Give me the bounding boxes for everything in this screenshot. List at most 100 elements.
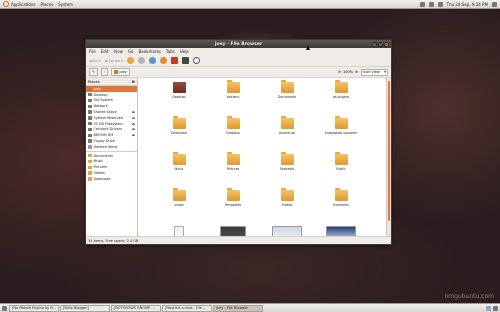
taskbar-button[interactable]: [No Mobile Engine by B... xyxy=(9,304,59,312)
folder-icon xyxy=(88,165,92,169)
file-item[interactable]: do.plugins xyxy=(314,80,368,112)
desktop-icon xyxy=(88,92,92,97)
stop-icon[interactable] xyxy=(137,57,145,64)
crumb-joey[interactable]: joey xyxy=(111,68,130,76)
folder-icon xyxy=(172,152,186,165)
eject-icon[interactable]: ⏏ xyxy=(132,122,135,126)
back-button[interactable]: ◀ Back xyxy=(89,59,101,63)
file-item[interactable]: Documents xyxy=(260,80,314,112)
taskbar-button[interactable]: [BOTSHOWS GNOME ... xyxy=(111,304,161,312)
file-item[interactable]: Download xyxy=(152,116,206,148)
menu-view[interactable]: View xyxy=(113,49,123,54)
file-label: Download xyxy=(171,131,187,135)
menu-edit[interactable]: Edit xyxy=(101,49,109,54)
menu-places[interactable]: Places xyxy=(40,2,53,7)
show-desktop-icon[interactable] xyxy=(2,305,7,311)
drive-icon xyxy=(88,110,92,114)
reload-icon[interactable] xyxy=(148,57,156,64)
home-icon[interactable] xyxy=(159,57,167,64)
folder-icon xyxy=(226,116,240,129)
file-item[interactable]: Dropbox xyxy=(206,116,260,148)
crumb-left-arrow[interactable]: ‹ xyxy=(100,68,109,76)
eject-icon[interactable]: ⏏ xyxy=(132,127,135,131)
trash-icon[interactable] xyxy=(493,305,498,311)
file-item[interactable]: doclens xyxy=(206,80,260,112)
file-item[interactable]: Public xyxy=(314,152,368,184)
back-arrow-icon: ◀ xyxy=(89,58,92,63)
folder-icon xyxy=(334,152,348,165)
eject-icon[interactable]: ⏏ xyxy=(132,110,135,114)
minimize-icon[interactable] xyxy=(372,41,377,47)
image-thumbnail-icon xyxy=(326,226,356,236)
applications-menu[interactable]: Applications xyxy=(3,1,40,7)
sidebar-list: joey Desktop File System Network Shared Spac… xyxy=(86,86,137,182)
clock[interactable]: Thu 24 Sep, 9:24 PM xyxy=(447,2,488,7)
file-item[interactable]: screenshot_003.png xyxy=(260,226,314,236)
menu-file[interactable]: File xyxy=(89,49,96,54)
view-mode-select[interactable]: Icon View ▾ xyxy=(361,68,388,76)
file-item[interactable]: screenshot_001.png xyxy=(206,226,260,236)
mouse-cursor-icon xyxy=(306,45,310,50)
window-titlebar[interactable]: joey - File Browser xyxy=(86,40,391,48)
terminal-icon[interactable] xyxy=(181,57,189,64)
menu-help[interactable]: Help xyxy=(180,49,189,54)
window-title: joey - File Browser xyxy=(214,41,263,47)
desktop-folder-icon xyxy=(172,82,186,93)
file-item[interactable]: Templates xyxy=(206,188,260,220)
image-thumbnail-icon xyxy=(272,226,302,236)
sidebar-item-10[interactable]: Deleted Items xyxy=(86,144,137,150)
file-item[interactable]: Videos xyxy=(260,188,314,220)
menu-bookmarks[interactable]: Bookmarks xyxy=(139,49,161,54)
volume-icon[interactable] xyxy=(428,1,434,7)
file-item[interactable]: launchpad-update.sh xyxy=(152,226,206,236)
up-icon[interactable] xyxy=(126,57,134,64)
eject-icon[interactable]: ⏏ xyxy=(132,116,135,120)
file-item[interactable]: gnome-do xyxy=(260,116,314,148)
close-icon[interactable] xyxy=(384,41,389,47)
folder-icon xyxy=(88,171,92,175)
scrollbar-thumb[interactable] xyxy=(388,81,390,221)
file-item[interactable]: imagestool.uploader xyxy=(314,116,368,148)
sidebar-item-15[interactable]: Download xyxy=(86,176,137,182)
close-sidebar-icon[interactable]: ✖ xyxy=(132,80,135,84)
eject-icon[interactable]: ⏏ xyxy=(132,133,135,137)
menu-applications[interactable]: Applications xyxy=(11,2,35,7)
mail-icon[interactable] xyxy=(437,1,443,7)
folder-icon xyxy=(280,116,294,129)
workspace-switcher-icon[interactable] xyxy=(486,305,491,311)
file-label: Templates xyxy=(224,203,242,207)
sidebar-header[interactable]: Places ✖ xyxy=(86,78,137,86)
menu-go[interactable]: Go xyxy=(128,49,134,54)
zoom-in-icon[interactable]: ⊕ xyxy=(355,70,358,74)
file-label: snaps xyxy=(174,203,184,207)
file-label: Dropbox xyxy=(226,131,240,135)
computer-icon[interactable] xyxy=(170,57,178,64)
edit-location-button[interactable]: ✎ xyxy=(89,68,98,76)
maximize-icon[interactable] xyxy=(378,41,383,47)
file-item[interactable]: Pictures xyxy=(206,152,260,184)
file-item[interactable]: screenshot_004.png xyxy=(314,226,368,236)
taskbar-button[interactable]: [Nautilus n.mps - File ... xyxy=(162,304,212,312)
file-item[interactable]: snaps xyxy=(152,188,206,220)
file-item[interactable]: Examples xyxy=(314,188,368,220)
vertical-scrollbar[interactable] xyxy=(386,78,391,236)
menu-system[interactable]: System xyxy=(58,2,73,7)
taskbar-label: joey - File Browser xyxy=(216,306,248,310)
taskbar-button[interactable]: [Billie Blogger] xyxy=(60,304,110,312)
search-icon[interactable] xyxy=(192,57,200,64)
sidebar-item-label: Network xyxy=(93,104,108,109)
file-view: Desktop doclens Documents do.plugins Downloa… xyxy=(138,78,391,236)
file-item[interactable]: Desktop xyxy=(152,82,206,112)
home-folder-icon xyxy=(114,70,119,74)
view-mode-value: Icon View xyxy=(363,70,380,74)
zoom-out-icon[interactable]: ⊖ xyxy=(338,70,341,74)
folder-icon xyxy=(172,188,186,201)
menu-tabs[interactable]: Tabs xyxy=(166,49,175,54)
file-item[interactable]: Music xyxy=(152,152,206,184)
forward-button[interactable]: ▶ Forward xyxy=(105,59,123,63)
taskbar-button[interactable]: joey - File Browser xyxy=(213,304,263,312)
pencil-icon: ✎ xyxy=(92,70,95,74)
network-icon[interactable] xyxy=(419,1,425,7)
file-item[interactable]: Podcasts xyxy=(260,152,314,184)
power-icon[interactable] xyxy=(492,1,497,7)
